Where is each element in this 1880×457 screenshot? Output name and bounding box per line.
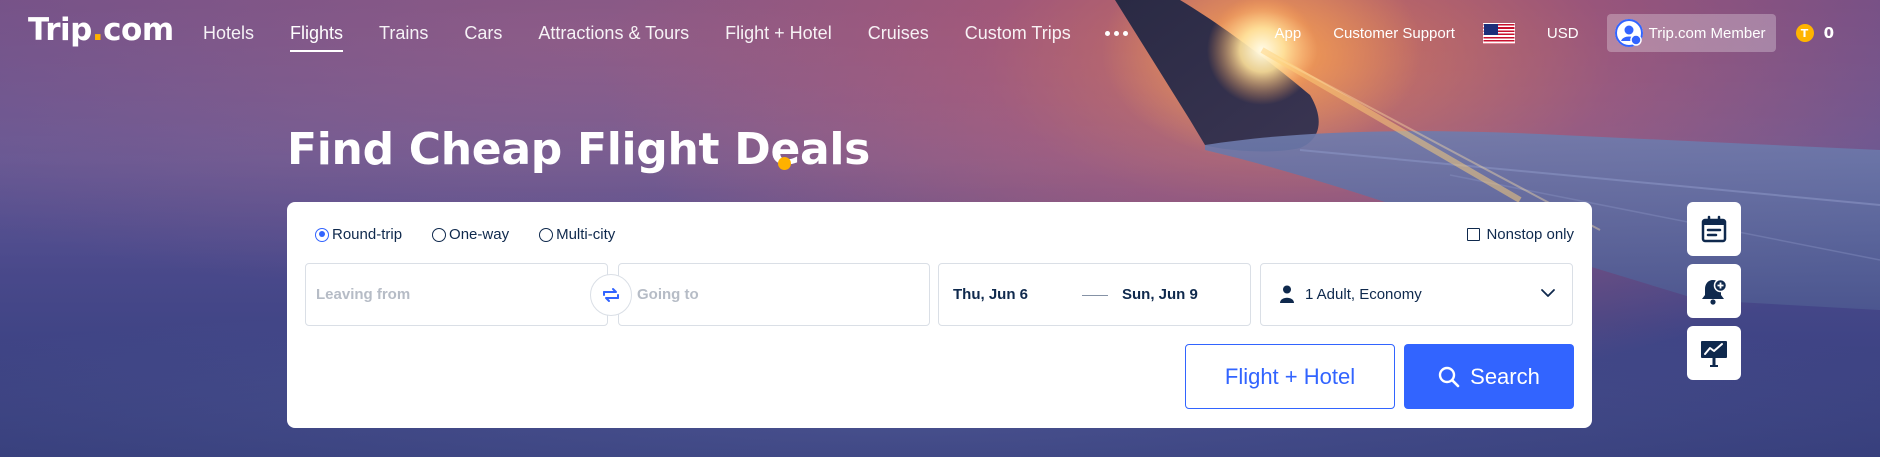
price-trend-button[interactable] <box>1687 326 1741 380</box>
nav-hotels[interactable]: Hotels <box>203 0 254 66</box>
radio-circle-icon <box>539 227 554 242</box>
radio-round-trip[interactable]: Round-trip <box>315 226 402 243</box>
radio-label: Multi-city <box>556 226 616 243</box>
swap-cities-button[interactable] <box>590 274 632 316</box>
passenger-value: 1 Adult, Economy <box>1305 286 1422 303</box>
price-trend-icon <box>1701 341 1727 367</box>
radio-circle-icon <box>432 227 447 242</box>
going-to-input[interactable]: Going to <box>618 263 930 326</box>
nav-attractions-tours[interactable]: Attractions & Tours <box>538 0 689 66</box>
person-icon <box>1280 285 1294 303</box>
side-tools <box>1687 202 1741 388</box>
flight-hotel-button[interactable]: Flight + Hotel <box>1185 344 1395 409</box>
passenger-class-selector[interactable]: 1 Adult, Economy <box>1260 263 1573 326</box>
nav-flights[interactable]: Flights <box>290 0 344 66</box>
trip-coins[interactable]: T 0 <box>1795 24 1834 42</box>
search-label: Search <box>1470 363 1540 389</box>
calendar-icon <box>1701 215 1727 243</box>
nav-links: Hotels Flights Trains Cars Attractions & Tou… <box>203 0 1128 66</box>
coin-count: 0 <box>1823 24 1834 42</box>
us-flag-icon[interactable] <box>1482 22 1515 44</box>
nav-custom-trips[interactable]: Custom Trips <box>965 0 1071 66</box>
price-alert-bell-icon <box>1702 278 1728 305</box>
nav-right: App Customer Support USD Trip.com Member… <box>1242 0 1880 66</box>
nav-trains[interactable]: Trains <box>379 0 428 66</box>
search-button[interactable]: Search <box>1404 344 1574 409</box>
depart-date[interactable]: Thu, Jun 6 <box>953 286 1028 303</box>
app-link[interactable]: App <box>1274 25 1301 42</box>
date-range-picker[interactable]: Thu, Jun 6 Sun, Jun 9 <box>938 263 1251 326</box>
member-button[interactable]: Trip.com Member <box>1606 14 1776 52</box>
calendar-tool-button[interactable] <box>1687 202 1741 256</box>
radio-one-way[interactable]: One-way <box>432 226 509 243</box>
search-icon <box>1438 366 1460 387</box>
member-label: Trip.com Member <box>1648 24 1766 42</box>
customer-support-link[interactable]: Customer Support <box>1333 25 1455 42</box>
radio-circle-icon <box>315 227 329 242</box>
price-alert-button[interactable] <box>1687 264 1741 318</box>
top-navigation: Trip.com Hotels Flights Trains Cars Attracti… <box>0 0 1880 66</box>
nav-cruises[interactable]: Cruises <box>868 0 929 66</box>
user-avatar-icon <box>1614 19 1643 47</box>
return-date[interactable]: Sun, Jun 9 <box>1122 286 1198 303</box>
radio-multi-city[interactable]: Multi-city <box>539 226 615 243</box>
currency-selector[interactable]: USD <box>1547 25 1579 42</box>
date-separator <box>1082 295 1108 296</box>
nav-flight-hotel[interactable]: Flight + Hotel <box>725 0 832 66</box>
title-accent-dot <box>778 157 791 170</box>
leaving-from-placeholder: Leaving from <box>316 286 411 303</box>
radio-label: Round-trip <box>332 226 403 243</box>
more-dots-icon[interactable] <box>1104 0 1128 66</box>
chevron-down-icon <box>1541 289 1555 297</box>
nonstop-checkbox[interactable]: Nonstop only <box>1467 226 1574 243</box>
leaving-from-input[interactable]: Leaving from <box>305 263 608 326</box>
trip-type-selector: Round-trip One-way Multi-city <box>315 226 645 243</box>
checkbox-icon <box>1467 228 1481 241</box>
nav-cars[interactable]: Cars <box>464 0 502 66</box>
flight-search-card: Round-trip One-way Multi-city Nonstop only… <box>287 202 1592 428</box>
swap-icon <box>603 288 619 302</box>
radio-label: One-way <box>449 226 510 243</box>
nonstop-label: Nonstop only <box>1486 226 1574 243</box>
trip-logo[interactable]: Trip.com <box>28 12 174 48</box>
coin-icon: T <box>1795 24 1814 42</box>
